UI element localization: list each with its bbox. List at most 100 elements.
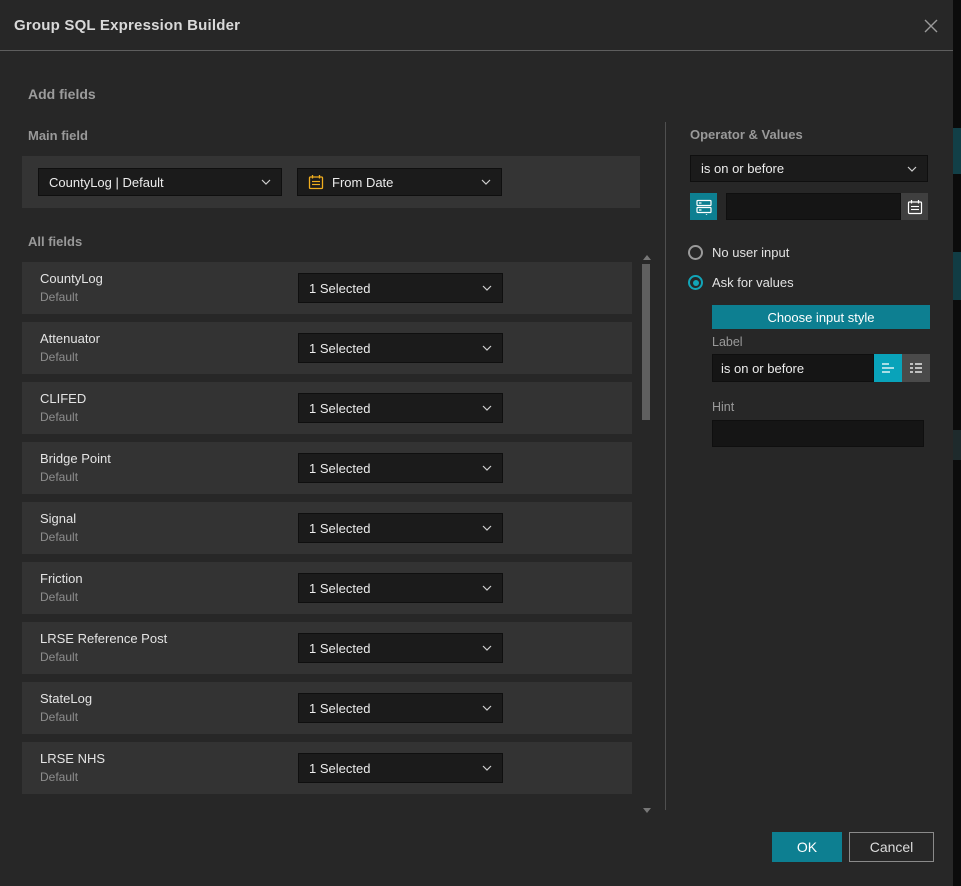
field-name: CLIFED xyxy=(40,391,86,406)
background-segment xyxy=(953,252,961,300)
field-values-select[interactable]: 1 Selected xyxy=(298,573,503,603)
dialog-title: Group SQL Expression Builder xyxy=(14,17,240,34)
radio-label: No user input xyxy=(712,245,789,260)
selected-count: 1 Selected xyxy=(309,281,476,296)
chevron-down-icon xyxy=(482,525,492,531)
label-input[interactable] xyxy=(712,354,874,382)
date-value-row xyxy=(690,193,928,220)
choose-input-style-button[interactable]: Choose input style xyxy=(712,305,930,329)
chevron-down-icon xyxy=(482,705,492,711)
date-input-group xyxy=(726,193,928,220)
close-icon[interactable] xyxy=(919,14,943,38)
label-field-label: Label xyxy=(712,335,743,349)
field-sublabel: Default xyxy=(40,470,78,484)
field-name: CountyLog xyxy=(40,271,103,286)
selected-count: 1 Selected xyxy=(309,581,476,596)
field-row: StateLog Default 1 Selected xyxy=(22,682,632,734)
selected-count: 1 Selected xyxy=(309,641,476,656)
selected-count: 1 Selected xyxy=(309,701,476,716)
field-values-select[interactable]: 1 Selected xyxy=(298,693,503,723)
dialog-header: Group SQL Expression Builder xyxy=(0,0,953,51)
chevron-down-icon xyxy=(482,285,492,291)
field-row: Attenuator Default 1 Selected xyxy=(22,322,632,374)
chevron-down-icon xyxy=(482,345,492,351)
scrollbar-thumb[interactable] xyxy=(642,264,650,420)
main-layer-select[interactable]: CountyLog | Default xyxy=(38,168,282,196)
field-sublabel: Default xyxy=(40,530,78,544)
scrollbar-down-arrow[interactable] xyxy=(643,808,651,813)
field-values-select[interactable]: 1 Selected xyxy=(298,753,503,783)
field-name: Attenuator xyxy=(40,331,100,346)
field-sublabel: Default xyxy=(40,770,78,784)
all-fields-label: All fields xyxy=(28,234,82,249)
radio-circle-selected xyxy=(688,275,703,290)
chevron-down-icon xyxy=(482,465,492,471)
selected-count: 1 Selected xyxy=(309,521,476,536)
unique-values-button[interactable] xyxy=(690,193,717,220)
field-name: Friction xyxy=(40,571,83,586)
field-sublabel: Default xyxy=(40,710,78,724)
field-row: CLIFED Default 1 Selected xyxy=(22,382,632,434)
main-field-bar: CountyLog | Default From Date xyxy=(22,156,640,208)
field-row: Signal Default 1 Selected xyxy=(22,502,632,554)
hint-input[interactable] xyxy=(712,420,924,447)
selected-count: 1 Selected xyxy=(309,341,476,356)
chevron-down-icon xyxy=(482,405,492,411)
field-row: Bridge Point Default 1 Selected xyxy=(22,442,632,494)
chevron-down-icon xyxy=(907,166,917,172)
single-input-style-toggle[interactable] xyxy=(874,354,902,382)
operator-select-value: is on or before xyxy=(701,161,901,176)
main-field-select-value: From Date xyxy=(332,175,475,190)
field-sublabel: Default xyxy=(40,410,78,424)
scrollbar-up-arrow[interactable] xyxy=(643,255,651,260)
selected-count: 1 Selected xyxy=(309,401,476,416)
field-values-select[interactable]: 1 Selected xyxy=(298,333,503,363)
cancel-button[interactable]: Cancel xyxy=(849,832,934,862)
field-row: LRSE Reference Post Default 1 Selected xyxy=(22,622,632,674)
field-name: LRSE NHS xyxy=(40,751,105,766)
background-segment xyxy=(953,430,961,460)
chevron-down-icon xyxy=(481,179,491,185)
field-sublabel: Default xyxy=(40,650,78,664)
field-values-select[interactable]: 1 Selected xyxy=(298,513,503,543)
field-values-select[interactable]: 1 Selected xyxy=(298,393,503,423)
list-input-style-toggle[interactable] xyxy=(902,354,930,382)
hint-field-label: Hint xyxy=(712,400,734,414)
field-values-select[interactable]: 1 Selected xyxy=(298,633,503,663)
chevron-down-icon xyxy=(482,645,492,651)
ok-button[interactable]: OK xyxy=(772,832,842,862)
background-segment xyxy=(953,128,961,174)
field-sublabel: Default xyxy=(40,590,78,604)
field-values-select[interactable]: 1 Selected xyxy=(298,453,503,483)
main-field-label: Main field xyxy=(28,128,88,143)
chevron-down-icon xyxy=(482,585,492,591)
main-field-select[interactable]: From Date xyxy=(297,168,502,196)
panel-divider xyxy=(665,122,666,810)
group-sql-expression-builder-dialog: Group SQL Expression Builder Add fields … xyxy=(0,0,953,886)
background-app-sliver xyxy=(953,0,961,886)
all-fields-list: CountyLog Default 1 Selected Attenuator … xyxy=(22,262,632,802)
date-picker-button[interactable] xyxy=(901,193,928,220)
chevron-down-icon xyxy=(261,179,271,185)
field-row: LRSE NHS Default 1 Selected xyxy=(22,742,632,794)
field-sublabel: Default xyxy=(40,350,78,364)
selected-count: 1 Selected xyxy=(309,761,476,776)
field-name: StateLog xyxy=(40,691,92,706)
list-scrollbar[interactable] xyxy=(642,253,651,815)
field-name: LRSE Reference Post xyxy=(40,631,167,646)
selected-count: 1 Selected xyxy=(309,461,476,476)
chevron-down-icon xyxy=(482,765,492,771)
field-values-select[interactable]: 1 Selected xyxy=(298,273,503,303)
calendar-icon xyxy=(308,174,324,190)
radio-circle xyxy=(688,245,703,260)
radio-label: Ask for values xyxy=(712,275,794,290)
field-sublabel: Default xyxy=(40,290,78,304)
add-fields-heading: Add fields xyxy=(28,86,96,102)
operator-select[interactable]: is on or before xyxy=(690,155,928,182)
field-name: Bridge Point xyxy=(40,451,111,466)
radio-ask-for-values[interactable]: Ask for values xyxy=(688,275,794,290)
radio-no-user-input[interactable]: No user input xyxy=(688,245,789,260)
date-value-input[interactable] xyxy=(726,193,901,220)
operator-values-heading: Operator & Values xyxy=(690,127,803,142)
field-row: Friction Default 1 Selected xyxy=(22,562,632,614)
